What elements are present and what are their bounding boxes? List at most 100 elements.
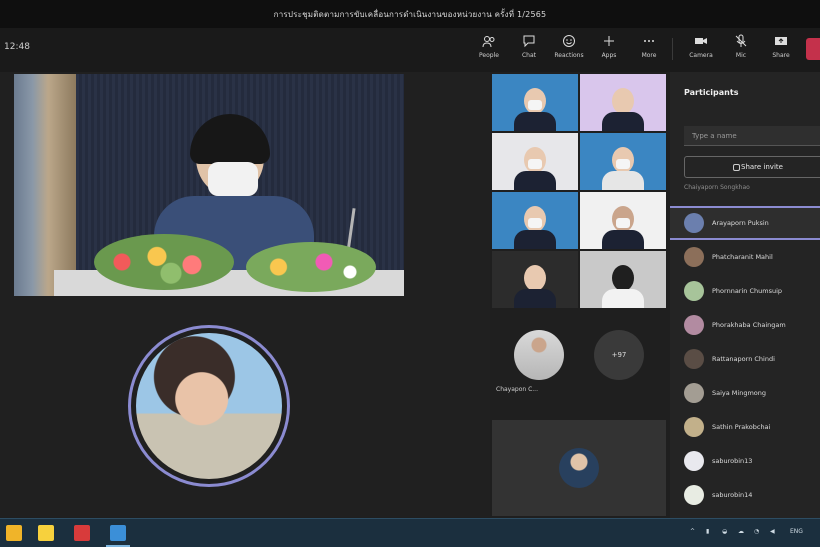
participant-name: Saiya Mingmong xyxy=(712,389,767,397)
teams-icon[interactable] xyxy=(110,525,126,541)
system-tray-chevron-icon[interactable]: ^ xyxy=(690,528,695,535)
participant-avatar xyxy=(684,315,704,335)
flower-arrangement-right xyxy=(246,242,376,292)
participant-avatar[interactable] xyxy=(514,330,564,380)
mic-label: Mic xyxy=(735,52,747,59)
people-label: People xyxy=(479,52,499,59)
participant-torso xyxy=(602,171,644,190)
participant-name: saburobin13 xyxy=(712,457,753,465)
participant-name: Chaiyaporn Songkhao xyxy=(684,184,750,191)
active-speaker-avatar-ring[interactable] xyxy=(128,325,290,487)
participant-row[interactable]: Phatcharanit Mahil xyxy=(684,245,773,269)
participant-row[interactable]: Phorakhaba Chaingam xyxy=(684,313,786,337)
participant-name: Phorakhaba Chaingam xyxy=(712,321,786,329)
participant-name: Arayaporn Puksin xyxy=(712,219,769,227)
participant-mask xyxy=(528,100,542,110)
camera-button[interactable]: Camera xyxy=(684,34,718,66)
participant-avatar xyxy=(684,451,704,471)
apps-icon xyxy=(602,34,616,48)
participant-row[interactable]: saburobin13 xyxy=(684,449,752,473)
network-icon[interactable]: ◒ xyxy=(722,528,727,535)
main-speaker-video[interactable] xyxy=(14,74,404,296)
video-tile[interactable] xyxy=(580,133,666,190)
participant-name: Sathin Prakobchai xyxy=(712,423,771,431)
share-icon xyxy=(774,34,788,48)
chat-button[interactable]: Chat xyxy=(512,34,546,66)
participant-row[interactable]: Rattanaporn Chindi xyxy=(684,347,775,371)
participant-row[interactable]: saburobin14 xyxy=(684,483,752,507)
video-tile[interactable] xyxy=(492,251,578,308)
video-tile[interactable] xyxy=(492,192,578,249)
video-tile[interactable] xyxy=(492,74,578,131)
more-icon xyxy=(642,34,656,48)
windows-taskbar: ^ ▮ ◒ ☁ ◔ ◀ ENG xyxy=(0,518,820,547)
share-invite-button[interactable]: Share invite xyxy=(684,156,820,178)
mic-button[interactable]: Mic xyxy=(724,34,758,66)
participant-avatar xyxy=(684,417,704,437)
input-language[interactable]: ENG xyxy=(790,528,803,535)
video-tile[interactable] xyxy=(580,251,666,308)
meeting-timer: 12:48 xyxy=(4,42,30,52)
reactions-button[interactable]: Reactions xyxy=(552,34,586,66)
participant-avatar xyxy=(684,247,704,267)
video-tile[interactable] xyxy=(580,74,666,131)
participant-name: Phornnarin Chumsuip xyxy=(712,287,783,295)
leave-button[interactable] xyxy=(806,38,820,60)
participant-row[interactable]: Saiya Mingmong xyxy=(684,381,766,405)
meeting-stage xyxy=(0,72,490,517)
wifi-icon[interactable]: ◔ xyxy=(754,528,759,535)
camera-icon xyxy=(694,34,708,48)
meeting-toolbar: 12:48 People Chat Reactions Apps More Ca… xyxy=(0,28,820,72)
overflow-participants-button[interactable]: +97 xyxy=(594,330,644,380)
participant-avatar xyxy=(684,485,704,505)
toolbar-divider xyxy=(672,38,673,60)
pdf-reader-icon[interactable] xyxy=(74,525,90,541)
participant-row[interactable]: Sathin Prakobchai xyxy=(684,415,770,439)
video-gallery xyxy=(492,74,666,308)
flower-arrangement-left xyxy=(94,234,234,290)
participant-face xyxy=(612,265,634,291)
participant-name-label: Chayapon C... xyxy=(496,386,538,393)
more-button[interactable]: More xyxy=(632,34,666,66)
video-tile[interactable] xyxy=(580,192,666,249)
participant-name: Phatcharanit Mahil xyxy=(712,253,773,261)
participant-search-input[interactable]: Type a name xyxy=(684,126,820,146)
chat-label: Chat xyxy=(521,52,537,59)
participant-row[interactable]: Arayaporn Puksin xyxy=(684,211,769,235)
more-label: More xyxy=(641,52,657,59)
participant-mask xyxy=(616,218,630,228)
window-title-bar: การประชุมติดตามการขับเคลื่อนการดำเนินงาน… xyxy=(0,0,820,28)
video-tile[interactable] xyxy=(492,133,578,190)
participant-torso xyxy=(514,230,556,249)
participant-torso xyxy=(514,112,556,131)
participant-face xyxy=(612,88,634,114)
participant-mask xyxy=(528,159,542,169)
participant-torso xyxy=(514,171,556,190)
volume-icon[interactable]: ◀ xyxy=(770,528,775,535)
people-button[interactable]: People xyxy=(472,34,506,66)
participant-mask xyxy=(528,218,542,228)
participant-torso xyxy=(514,289,556,308)
participant-row[interactable]: Phornnarin Chumsuip xyxy=(684,279,782,303)
participant-avatar xyxy=(684,213,704,233)
share-button[interactable]: Share xyxy=(764,34,798,66)
chat-icon xyxy=(522,34,536,48)
video-background-door xyxy=(14,74,76,296)
cloud-icon[interactable]: ☁ xyxy=(738,528,744,535)
participant-avatar xyxy=(684,349,704,369)
active-speaker-avatar xyxy=(136,333,282,479)
battery-icon: ▮ xyxy=(706,528,710,535)
extra-participants-area: Chayapon C... +97 xyxy=(492,318,666,518)
participant-name: saburobin14 xyxy=(712,491,753,499)
participant-face xyxy=(524,265,546,291)
speaker-mask xyxy=(208,162,258,196)
file-explorer-icon[interactable] xyxy=(6,525,22,541)
share-invite-label: Share invite xyxy=(741,163,783,171)
apps-label: Apps xyxy=(601,52,617,59)
video-tile[interactable] xyxy=(492,420,666,516)
apps-button[interactable]: Apps xyxy=(592,34,626,66)
camera-label: Camera xyxy=(689,52,713,59)
sticky-notes-icon[interactable] xyxy=(38,525,54,541)
mic-icon xyxy=(734,34,748,48)
people-icon xyxy=(482,34,496,48)
